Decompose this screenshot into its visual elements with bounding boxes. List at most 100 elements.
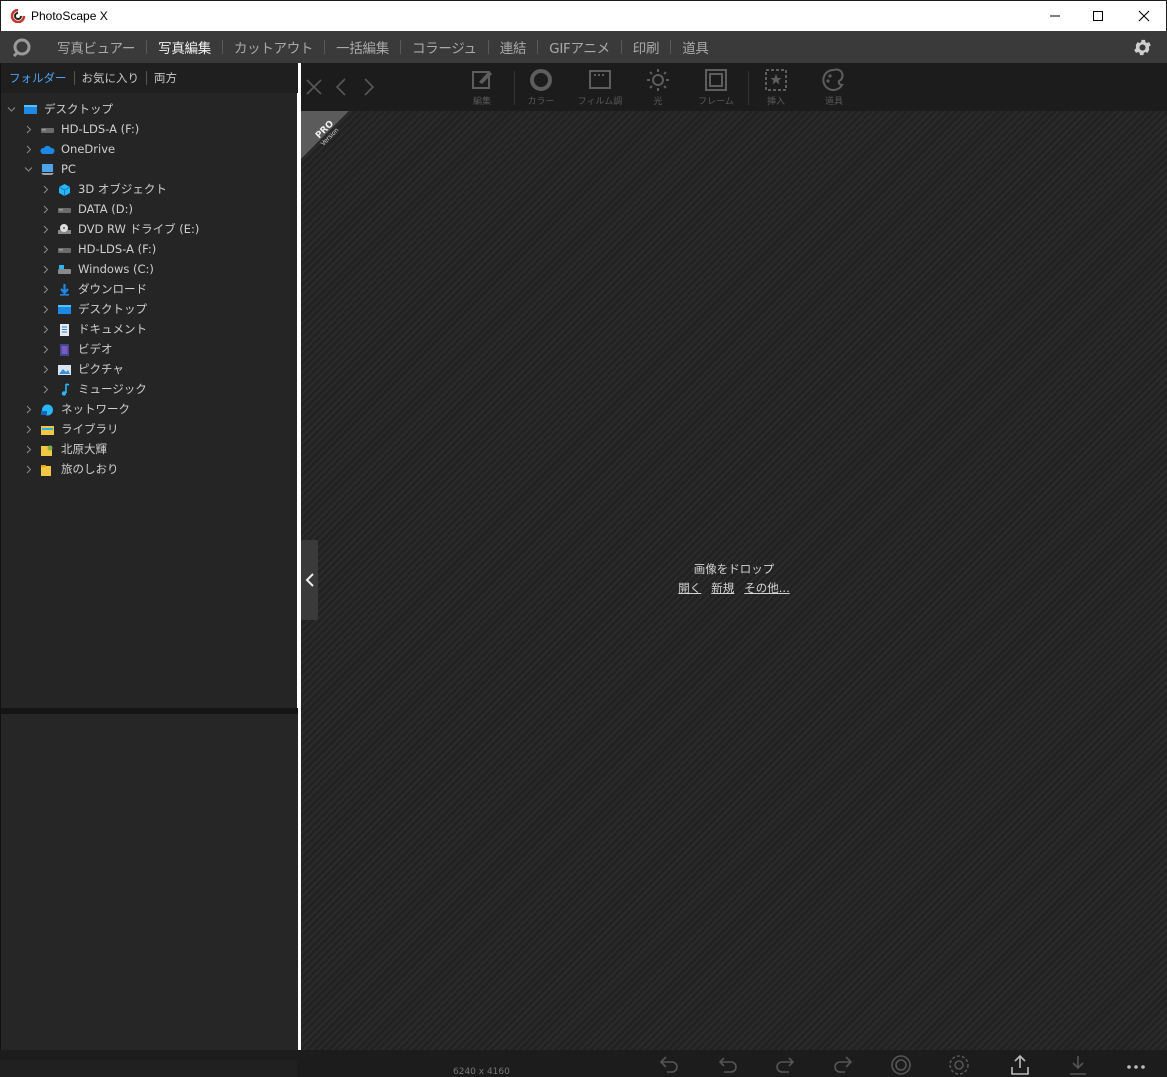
tree-item[interactable]: DVD RW ドライブ (E:) bbox=[1, 219, 298, 239]
tree-item[interactable]: ライブラリ bbox=[1, 419, 298, 439]
tree-item-label: ビデオ bbox=[78, 342, 113, 356]
undo-all-icon[interactable] bbox=[657, 1053, 681, 1077]
download-icon bbox=[57, 283, 72, 296]
drop-title: 画像をドロップ bbox=[693, 562, 775, 576]
menu-item-0[interactable]: 写真ビュアー bbox=[46, 37, 146, 57]
tool-label: フレーム bbox=[698, 97, 734, 107]
tree-item[interactable]: DATA (D:) bbox=[1, 199, 298, 219]
maximize-button[interactable] bbox=[1075, 1, 1121, 31]
menu-item-3[interactable]: 一括編集 bbox=[325, 37, 400, 57]
chevron-right-icon[interactable] bbox=[40, 244, 50, 254]
tool-film[interactable]: フィルム調 bbox=[570, 67, 630, 109]
open-link[interactable]: 開く bbox=[678, 580, 701, 596]
tree-item-label: デスクトップ bbox=[78, 302, 147, 316]
share-icon[interactable] bbox=[1008, 1053, 1032, 1077]
light-icon bbox=[647, 69, 669, 91]
menu-item-8[interactable]: 道具 bbox=[671, 37, 719, 57]
chevron-right-icon[interactable] bbox=[23, 424, 33, 434]
tree-item[interactable]: Windows (C:) bbox=[1, 259, 298, 279]
tool-insert[interactable]: 挿入 bbox=[746, 67, 806, 109]
chevron-right-icon[interactable] bbox=[40, 284, 50, 294]
tree-item[interactable]: ネットワーク bbox=[1, 399, 298, 419]
tree-item-label: DVD RW ドライブ (E:) bbox=[78, 222, 200, 236]
compare-original-icon[interactable] bbox=[889, 1053, 913, 1077]
chevron-down-icon[interactable] bbox=[23, 164, 33, 174]
chevron-right-icon[interactable] bbox=[23, 464, 33, 474]
tree-item[interactable]: ミュージック bbox=[1, 379, 298, 399]
menu-item-4[interactable]: コラージュ bbox=[401, 37, 488, 57]
pro-version-badge[interactable]: PRO Version bbox=[301, 111, 349, 159]
chevron-right-icon[interactable] bbox=[40, 224, 50, 234]
chevron-right-icon[interactable] bbox=[40, 344, 50, 354]
tree-item[interactable]: 北原大輝 bbox=[1, 439, 298, 459]
menu-item-1[interactable]: 写真編集 bbox=[147, 37, 222, 57]
more-options-icon[interactable] bbox=[1124, 1053, 1148, 1077]
chevron-right-icon[interactable] bbox=[40, 184, 50, 194]
menu-item-7[interactable]: 印刷 bbox=[622, 37, 670, 57]
previous-arrow-icon[interactable] bbox=[332, 77, 352, 97]
chevron-right-icon[interactable] bbox=[23, 444, 33, 454]
new-link[interactable]: 新規 bbox=[711, 580, 734, 596]
chevron-right-icon[interactable] bbox=[23, 404, 33, 414]
menu-item-2[interactable]: カットアウト bbox=[223, 37, 324, 57]
tree-item[interactable]: PC bbox=[1, 159, 298, 179]
tree-item-label: ネットワーク bbox=[61, 402, 130, 416]
tool-light[interactable]: 光 bbox=[628, 67, 688, 109]
close-button[interactable] bbox=[1121, 1, 1167, 31]
folder-tab-0[interactable]: フォルダー bbox=[9, 70, 74, 86]
tree-item[interactable]: デスクトップ bbox=[1, 99, 298, 119]
chevron-right-icon[interactable] bbox=[40, 384, 50, 394]
chevron-right-icon[interactable] bbox=[40, 304, 50, 314]
settings-gear-icon[interactable] bbox=[1132, 37, 1153, 58]
tool-label: 編集 bbox=[472, 97, 491, 107]
document-icon bbox=[57, 323, 72, 336]
chevron-down-icon[interactable] bbox=[6, 104, 16, 114]
tool-frame[interactable]: フレーム bbox=[686, 67, 746, 109]
tree-item-label: ピクチャ bbox=[78, 362, 124, 376]
image-canvas[interactable]: PRO Version 画像をドロップ 開く 新規 その他... bbox=[301, 111, 1167, 1050]
folder-tab-1[interactable]: お気に入り bbox=[82, 70, 147, 86]
chevron-right-icon[interactable] bbox=[40, 324, 50, 334]
chevron-right-icon[interactable] bbox=[40, 264, 50, 274]
tools-icon bbox=[822, 68, 844, 91]
tree-item[interactable]: ドキュメント bbox=[1, 319, 298, 339]
tool-label: カラー bbox=[527, 97, 555, 107]
redo-icon[interactable] bbox=[773, 1053, 797, 1077]
tree-item[interactable]: デスクトップ bbox=[1, 299, 298, 319]
tree-item[interactable]: HD-LDS-A (F:) bbox=[1, 119, 298, 139]
tree-item-label: ドキュメント bbox=[78, 322, 147, 336]
revert-icon[interactable] bbox=[947, 1053, 971, 1077]
tree-item[interactable]: 3D オブジェクト bbox=[1, 179, 298, 199]
redo-all-icon[interactable] bbox=[831, 1053, 855, 1077]
tree-item-label: Windows (C:) bbox=[78, 262, 154, 276]
next-arrow-icon[interactable] bbox=[358, 77, 378, 97]
chevron-right-icon[interactable] bbox=[23, 144, 33, 154]
tree-item[interactable]: ビデオ bbox=[1, 339, 298, 359]
minimize-button[interactable] bbox=[1032, 1, 1078, 31]
toolbar-separator bbox=[514, 71, 515, 105]
tool-tools[interactable]: 道具 bbox=[804, 67, 864, 109]
menu-item-6[interactable]: GIFアニメ bbox=[538, 37, 621, 57]
tool-color[interactable]: カラー bbox=[511, 67, 571, 109]
tool-edit[interactable]: 編集 bbox=[452, 67, 512, 109]
tree-item[interactable]: ピクチャ bbox=[1, 359, 298, 379]
windows-drive-icon bbox=[57, 263, 72, 276]
chevron-right-icon[interactable] bbox=[40, 364, 50, 374]
tree-item[interactable]: ダウンロード bbox=[1, 279, 298, 299]
chevron-right-icon[interactable] bbox=[40, 204, 50, 214]
menu-item-5[interactable]: 連結 bbox=[489, 37, 537, 57]
tree-item[interactable]: HD-LDS-A (F:) bbox=[1, 239, 298, 259]
folder-tab-2[interactable]: 両方 bbox=[154, 70, 184, 86]
tree-item-label: OneDrive bbox=[61, 142, 116, 156]
photoscape-logo-icon[interactable] bbox=[11, 37, 33, 57]
app-logo-icon bbox=[10, 9, 26, 23]
undo-icon[interactable] bbox=[716, 1053, 740, 1077]
panel-bottom-bar bbox=[0, 1060, 297, 1077]
library-icon bbox=[40, 423, 55, 436]
save-icon[interactable] bbox=[1066, 1053, 1090, 1077]
chevron-right-icon[interactable] bbox=[23, 124, 33, 134]
tree-item[interactable]: 旅のしおり bbox=[1, 459, 298, 479]
tree-item[interactable]: OneDrive bbox=[1, 139, 298, 159]
more-link[interactable]: その他... bbox=[744, 580, 789, 596]
close-image-icon[interactable] bbox=[304, 77, 324, 97]
